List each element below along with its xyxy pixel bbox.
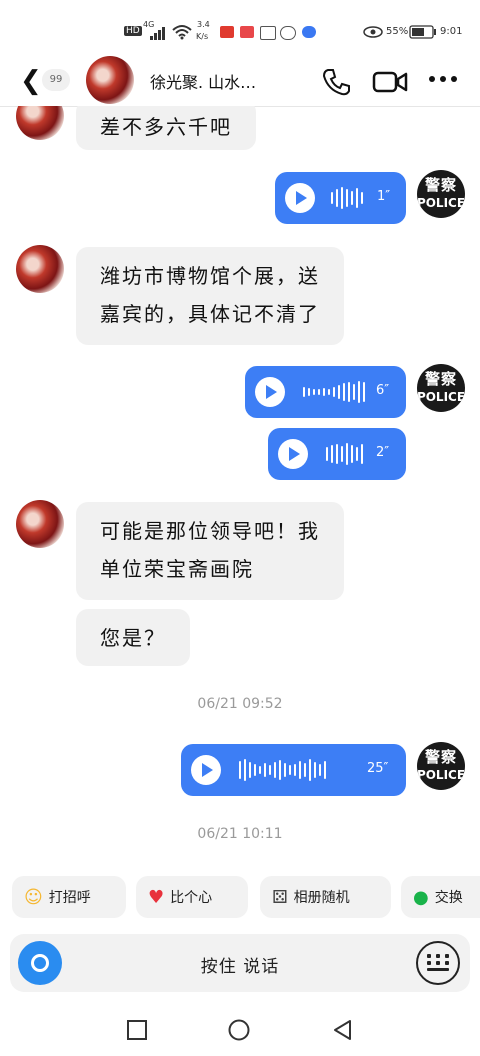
- play-icon[interactable]: [285, 183, 315, 213]
- play-icon[interactable]: [191, 755, 221, 785]
- battery-percent: 55%: [386, 26, 409, 37]
- message-timestamp: 06/21 10:11: [197, 826, 283, 842]
- wechat-icon: [280, 26, 296, 40]
- home-icon[interactable]: [228, 1019, 250, 1041]
- eye-icon: [363, 26, 383, 38]
- voice-duration: 2″: [376, 445, 390, 460]
- system-nav-bar: [0, 1000, 480, 1056]
- sender-avatar[interactable]: [16, 500, 64, 548]
- location-icon: ●: [413, 886, 429, 908]
- waveform-icon: [239, 759, 326, 781]
- play-icon[interactable]: [278, 439, 308, 469]
- voice-duration: 6″: [376, 383, 390, 398]
- status-bar: HD 4G 3.4 K/s 55% 9:01: [0, 0, 480, 56]
- play-icon[interactable]: [255, 377, 285, 407]
- message-list[interactable]: 差不多六千吧 1″ 警察 POLICE 潍坊市博物馆个展，送 嘉宾的，具体记不清…: [0, 106, 480, 866]
- hd-indicator: HD: [124, 26, 142, 36]
- message-bubble-incoming[interactable]: 您是？: [76, 609, 190, 666]
- keyboard-icon[interactable]: [416, 941, 460, 985]
- message-bubble-incoming[interactable]: 潍坊市博物馆个展，送 嘉宾的，具体记不清了: [76, 247, 344, 345]
- sender-avatar[interactable]: [16, 245, 64, 293]
- my-avatar[interactable]: 警察 POLICE: [417, 742, 465, 790]
- voice-duration: 25″: [367, 761, 389, 776]
- app-icon: [260, 26, 276, 40]
- video-call-icon[interactable]: [372, 68, 408, 96]
- quick-reply-wave[interactable]: ☺ 打招呼: [12, 876, 126, 918]
- message-timestamp: 06/21 09:52: [197, 696, 283, 712]
- heart-icon: ♥: [148, 886, 165, 908]
- waveform-icon: [331, 187, 363, 209]
- message-bubble-incoming[interactable]: 差不多六千吧: [76, 106, 256, 150]
- sender-avatar[interactable]: [16, 106, 64, 140]
- net-speed-unit: K/s: [196, 32, 209, 41]
- chat-title[interactable]: 徐光聚. 山水…: [150, 69, 256, 93]
- press-to-talk-button[interactable]: 按住 说话: [10, 952, 470, 977]
- waveform-icon: [326, 443, 363, 465]
- voice-message-outgoing[interactable]: 2″: [268, 428, 406, 480]
- taobao-app-icon: [220, 26, 234, 38]
- chat-header: ❮ 99 徐光聚. 山水…: [0, 56, 480, 107]
- voice-message-outgoing[interactable]: 6″: [245, 366, 406, 418]
- recent-apps-icon[interactable]: [127, 1020, 147, 1040]
- voice-duration: 1″: [377, 189, 391, 204]
- unread-count-badge[interactable]: 99: [42, 69, 70, 91]
- wifi-icon: [172, 25, 192, 40]
- music-app-icon: [302, 26, 316, 38]
- back-nav-icon[interactable]: [332, 1019, 352, 1041]
- waveform-icon: [303, 381, 365, 403]
- phone-call-icon[interactable]: [320, 66, 352, 98]
- quick-reply-location[interactable]: ● 交换: [401, 876, 480, 918]
- my-avatar[interactable]: 警察 POLICE: [417, 170, 465, 218]
- dice-icon: ⚄: [272, 886, 288, 908]
- wave-hand-icon: ☺: [24, 886, 43, 908]
- signal-icon: [150, 27, 165, 40]
- my-avatar[interactable]: 警察 POLICE: [417, 364, 465, 412]
- clock: 9:01: [440, 26, 463, 37]
- quick-reply-heart[interactable]: ♥ 比个心: [136, 876, 248, 918]
- contact-avatar[interactable]: [86, 56, 134, 104]
- input-bar: 按住 说话: [10, 934, 470, 992]
- message-bubble-incoming[interactable]: 可能是那位领导吧！我 单位荣宝斋画院: [76, 502, 344, 600]
- red-app-icon: [240, 26, 254, 38]
- quick-reply-random-photo[interactable]: ⚄ 相册随机: [260, 876, 391, 918]
- voice-message-outgoing[interactable]: 25″: [181, 744, 406, 796]
- more-options-icon[interactable]: [428, 74, 458, 84]
- quick-reply-bar: ☺ 打招呼 ♥ 比个心 ⚄ 相册随机 ● 交换: [0, 876, 480, 920]
- voice-message-outgoing[interactable]: 1″: [275, 172, 406, 224]
- back-icon[interactable]: ❮: [20, 66, 42, 96]
- net-speed: 3.4: [197, 20, 210, 29]
- battery-icon: [409, 25, 436, 39]
